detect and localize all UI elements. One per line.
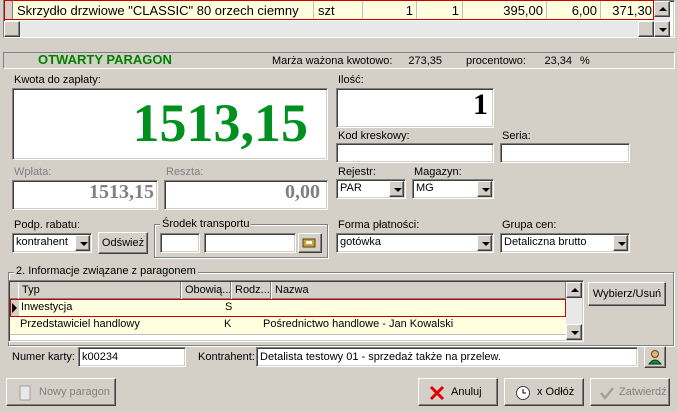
series-input[interactable] xyxy=(500,143,630,163)
row-pointer-icon xyxy=(11,300,19,316)
paid-value: 1513,15 xyxy=(89,181,154,203)
refresh-button[interactable]: Odśwież xyxy=(98,232,148,254)
cancel-button[interactable]: Anuluj xyxy=(418,378,498,406)
info-grid-header: Typ Obowią... Rodz... Nazwa xyxy=(10,282,566,299)
select-remove-button[interactable]: Wybierz/Usuń xyxy=(588,282,666,306)
barcode-input[interactable] xyxy=(336,143,494,163)
series-label: Seria: xyxy=(502,130,531,142)
scroll-up-icon[interactable] xyxy=(566,282,582,298)
payform-label: Forma płatności: xyxy=(338,219,420,231)
discount-label: Podp. rabatu: xyxy=(14,219,81,231)
cell-name[interactable]: Skrzydło drzwiowe "CLASSIC" 80 orzech ci… xyxy=(14,1,314,19)
percent-label: procentowo: xyxy=(466,55,526,67)
contractor-lookup-button[interactable] xyxy=(644,346,666,368)
change-value: 0,00 xyxy=(285,181,320,203)
scroll-left-icon[interactable] xyxy=(4,21,20,37)
row-rodz[interactable]: K xyxy=(224,318,262,330)
info-legend: 2. Informacje związane z paragonem xyxy=(14,265,198,277)
warehouse-value: MG xyxy=(416,182,434,194)
contractor-input[interactable]: Detalista testowy 01 - sprzedaż także na… xyxy=(256,347,638,367)
confirm-button[interactable]: Zatwierdź xyxy=(590,378,670,406)
cancel-label: Anuluj xyxy=(451,386,482,398)
percent-value: 23,34 xyxy=(544,55,572,67)
chevron-down-icon[interactable] xyxy=(477,181,492,197)
qty-value: 1 xyxy=(473,88,488,121)
contractor-label: Kontrahent: xyxy=(198,351,255,363)
confirm-label: Zatwierdź xyxy=(619,386,667,398)
percent-unit: % xyxy=(580,55,590,67)
col-nazwa[interactable]: Nazwa xyxy=(271,282,566,299)
barcode-label: Kod kreskowy: xyxy=(338,130,410,142)
row-nazwa[interactable]: Pośrednictwo handlowe - Jan Kowalski xyxy=(263,318,553,330)
payform-select[interactable]: gotówka xyxy=(336,233,494,253)
scroll-up-icon[interactable] xyxy=(654,1,670,17)
info-grid-vscroll[interactable] xyxy=(566,282,582,340)
pricegroup-value: Detaliczna brutto xyxy=(504,236,587,248)
table-row[interactable]: Inwestycja S xyxy=(10,299,566,317)
payform-value: gotówka xyxy=(340,236,381,248)
warehouse-label: Magazyn: xyxy=(414,166,462,178)
register-select[interactable]: PAR xyxy=(336,179,406,199)
cell-qty2[interactable]: 1 xyxy=(417,1,463,19)
table-row[interactable]: Przedstawiciel handlowy K Pośrednictwo h… xyxy=(10,317,566,335)
cell-price[interactable]: 395,00 xyxy=(463,1,547,19)
new-receipt-label: Nowy paragon xyxy=(39,386,110,398)
discount-select[interactable]: kontrahent xyxy=(12,233,92,253)
defer-button[interactable]: x Odłóż xyxy=(504,378,584,406)
scroll-right-icon[interactable] xyxy=(638,21,654,37)
transport-label: Środek transportu xyxy=(160,218,252,230)
change-label: Reszta: xyxy=(166,166,204,178)
new-document-icon xyxy=(19,385,31,401)
register-value: PAR xyxy=(340,182,362,194)
chevron-down-icon[interactable] xyxy=(75,235,90,251)
margin-value: 273,35 xyxy=(408,55,442,67)
chevron-down-icon[interactable] xyxy=(477,235,492,251)
row-typ[interactable]: Inwestycja xyxy=(21,301,179,313)
card-input[interactable]: k00234 xyxy=(78,347,186,367)
cell-discount[interactable]: 6,00 xyxy=(547,1,601,19)
discount-value: kontrahent xyxy=(16,236,68,248)
person-icon xyxy=(647,350,663,365)
cell-unit[interactable]: szt xyxy=(315,1,363,19)
transport-code-input[interactable] xyxy=(160,233,200,253)
items-grid-hscroll[interactable] xyxy=(4,21,654,37)
checkmark-icon xyxy=(600,387,614,401)
receipt-status: OTWARTY PARAGON xyxy=(38,52,172,67)
warehouse-select[interactable]: MG xyxy=(412,179,494,199)
pricegroup-label: Grupa cen: xyxy=(502,219,557,231)
cell-value[interactable]: 371,30 xyxy=(601,1,655,19)
items-grid-vscroll[interactable] xyxy=(654,1,670,37)
items-grid-row[interactable]: Skrzydło drzwiowe "CLASSIC" 80 orzech ci… xyxy=(4,0,654,20)
register-label: Rejestr: xyxy=(338,166,376,178)
row-indicator-icon xyxy=(5,1,13,19)
col-typ[interactable]: Typ xyxy=(18,282,181,299)
chevron-down-icon[interactable] xyxy=(613,235,628,251)
transport-lookup-button[interactable] xyxy=(298,233,322,253)
col-obow[interactable]: Obowią... xyxy=(181,282,231,299)
clock-icon xyxy=(516,386,530,400)
defer-label: x Odłóż xyxy=(537,386,575,398)
transport-name-input[interactable] xyxy=(204,233,296,253)
close-icon xyxy=(429,385,445,401)
scroll-down-icon[interactable] xyxy=(654,21,670,37)
margin-label: Marża ważona kwotowo: xyxy=(272,55,393,67)
amount-value: 1513,15 xyxy=(132,93,309,153)
new-receipt-button[interactable]: Nowy paragon xyxy=(6,378,116,406)
row-typ[interactable]: Przedstawiciel handlowy xyxy=(20,318,178,330)
qty-label: Ilość: xyxy=(338,74,364,86)
paid-label: Wpłata: xyxy=(14,166,52,178)
col-rodz[interactable]: Rodz... xyxy=(231,282,271,299)
pricegroup-select[interactable]: Detaliczna brutto xyxy=(500,233,630,253)
cell-qty1[interactable]: 1 xyxy=(363,1,417,19)
scroll-down-icon[interactable] xyxy=(566,324,582,340)
card-label: Numer karty: xyxy=(12,351,75,363)
lookup-icon xyxy=(302,238,316,248)
row-rodz[interactable]: S xyxy=(225,301,263,313)
amount-label: Kwota do zapłaty: xyxy=(14,74,101,86)
chevron-down-icon[interactable] xyxy=(389,181,404,197)
